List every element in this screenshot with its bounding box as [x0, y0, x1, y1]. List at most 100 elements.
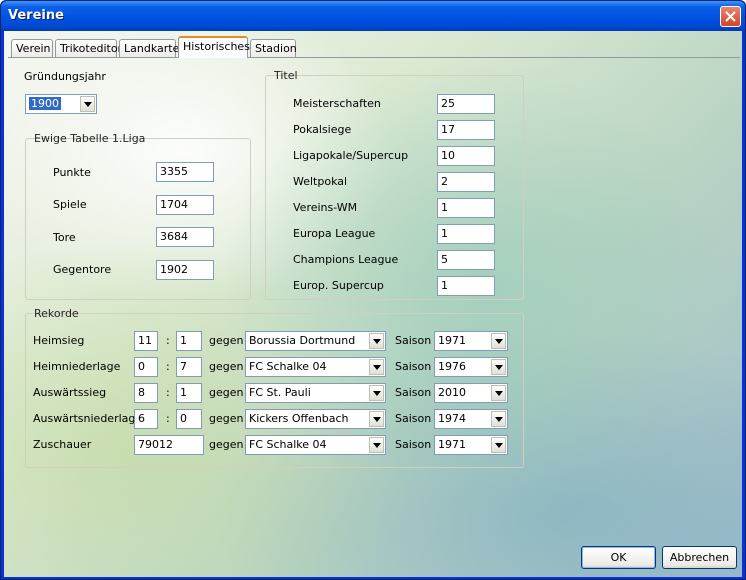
- opponent-select[interactable]: FC Schalke 04: [245, 357, 386, 377]
- chevron-down-icon: [495, 339, 503, 344]
- record-label: Auswärtsniederlage: [33, 412, 143, 425]
- founding-year-select[interactable]: 1900: [25, 94, 97, 114]
- close-button[interactable]: [720, 6, 741, 27]
- score-colon: :: [166, 412, 170, 425]
- gegen-label: gegen: [209, 412, 244, 425]
- title-label: Weltpokal: [293, 175, 348, 188]
- spectators-label: Zuschauer: [33, 438, 92, 451]
- season-select[interactable]: 2010: [434, 383, 508, 403]
- title-label: Meisterschaften: [293, 97, 381, 110]
- points-field[interactable]: 3355: [156, 162, 214, 182]
- gegen-label: gegen: [209, 386, 244, 399]
- title-label: Ligapokale/Supercup: [293, 149, 409, 162]
- title-count-field[interactable]: 17: [437, 120, 495, 140]
- title-label: Champions League: [293, 253, 399, 266]
- chevron-down-icon: [373, 391, 381, 396]
- gegen-label: gegen: [209, 360, 244, 373]
- dropdown-arrow[interactable]: [491, 411, 506, 427]
- title-bar[interactable]: Vereine: [1, 1, 745, 31]
- score-home-field[interactable]: 0: [134, 357, 158, 377]
- gegen-label: gegen: [209, 334, 244, 347]
- records-legend: Rekorde: [34, 307, 79, 320]
- dropdown-arrow[interactable]: [491, 359, 506, 375]
- title-count-field[interactable]: 25: [437, 94, 495, 114]
- score-away-field[interactable]: 0: [176, 409, 202, 429]
- score-away-field[interactable]: 1: [176, 383, 202, 403]
- chevron-down-icon: [373, 339, 381, 344]
- dialog-body: Verein Trikoteditor Landkarte Historisch…: [4, 31, 742, 577]
- score-colon: :: [166, 334, 170, 347]
- dropdown-arrow[interactable]: [491, 385, 506, 401]
- tab-divider: [8, 57, 740, 58]
- chevron-down-icon: [495, 391, 503, 396]
- tab-trikoteditor[interactable]: Trikoteditor: [55, 39, 122, 57]
- opponent-select[interactable]: Kickers Offenbach: [245, 409, 386, 429]
- tab-historisches[interactable]: Historisches: [178, 36, 250, 58]
- opponent-select-value: FC St. Pauli: [249, 386, 311, 399]
- opponent-select[interactable]: FC St. Pauli: [245, 383, 386, 403]
- score-home-field[interactable]: 6: [134, 409, 158, 429]
- title-label: Europ. Supercup: [293, 279, 384, 292]
- ok-button[interactable]: OK: [581, 546, 656, 569]
- goals-against-label: Gegentore: [53, 263, 112, 276]
- dropdown-arrow[interactable]: [369, 333, 384, 349]
- season-select[interactable]: 1971: [434, 331, 508, 351]
- founding-year-value: 1900: [29, 97, 61, 110]
- chevron-down-icon: [495, 443, 503, 448]
- close-icon: [725, 11, 736, 22]
- spectators-field[interactable]: 79012: [134, 435, 204, 455]
- score-away-field[interactable]: 1: [176, 331, 202, 351]
- titles-legend: Titel: [274, 69, 298, 82]
- score-home-field[interactable]: 11: [134, 331, 158, 351]
- points-label: Punkte: [53, 166, 91, 179]
- dropdown-arrow[interactable]: [491, 437, 506, 453]
- score-colon: :: [166, 386, 170, 399]
- season-select[interactable]: 1974: [434, 409, 508, 429]
- goals-against-field[interactable]: 1902: [156, 260, 214, 280]
- chevron-down-icon: [373, 365, 381, 370]
- title-label: Europa League: [293, 227, 376, 240]
- founding-year-label: Gründungsjahr: [24, 70, 106, 83]
- title-label: Vereins-WM: [293, 201, 358, 214]
- title-label: Pokalsiege: [293, 123, 352, 136]
- dropdown-arrow[interactable]: [369, 359, 384, 375]
- dropdown-arrow[interactable]: [369, 385, 384, 401]
- chevron-down-icon: [373, 417, 381, 422]
- title-count-field[interactable]: 1: [437, 224, 495, 244]
- games-field[interactable]: 1704: [156, 195, 214, 215]
- dropdown-arrow[interactable]: [369, 411, 384, 427]
- chevron-down-icon: [495, 417, 503, 422]
- gegen-label: gegen: [209, 438, 244, 451]
- title-count-field[interactable]: 10: [437, 146, 495, 166]
- score-away-field[interactable]: 7: [176, 357, 202, 377]
- season-select[interactable]: 1971: [434, 435, 508, 455]
- score-colon: :: [166, 360, 170, 373]
- dropdown-arrow[interactable]: [491, 333, 506, 349]
- window-title: Vereine: [8, 8, 64, 23]
- dropdown-arrow[interactable]: [369, 437, 384, 453]
- tab-verein[interactable]: Verein: [11, 39, 53, 57]
- tab-stadion[interactable]: Stadion: [250, 39, 297, 57]
- record-label: Heimniederlage: [33, 360, 121, 373]
- dialog-window: Vereine Verein Trikoteditor Landkarte Hi…: [0, 0, 746, 580]
- score-home-field[interactable]: 8: [134, 383, 158, 403]
- games-label: Spiele: [53, 198, 87, 211]
- season-label: Saison: [395, 386, 432, 399]
- title-count-field[interactable]: 1: [437, 276, 495, 296]
- eternal-table-group: Ewige Tabelle 1.Liga Punkte 3355 Spiele …: [25, 132, 251, 300]
- season-select[interactable]: 1976: [434, 357, 508, 377]
- goals-label: Tore: [53, 231, 76, 244]
- title-count-field[interactable]: 1: [437, 198, 495, 218]
- dropdown-arrow[interactable]: [80, 96, 95, 112]
- record-label: Auswärtssieg: [33, 386, 107, 399]
- cancel-button[interactable]: Abbrechen: [662, 546, 737, 569]
- title-count-field[interactable]: 5: [437, 250, 495, 270]
- chevron-down-icon: [84, 102, 92, 107]
- eternal-table-legend: Ewige Tabelle 1.Liga: [34, 132, 146, 145]
- tab-landkarte[interactable]: Landkarte: [119, 39, 179, 57]
- goals-field[interactable]: 3684: [156, 227, 214, 247]
- season-label: Saison: [395, 438, 432, 451]
- title-count-field[interactable]: 2: [437, 172, 495, 192]
- opponent-select[interactable]: FC Schalke 04: [245, 435, 386, 455]
- opponent-select[interactable]: Borussia Dortmund: [245, 331, 386, 351]
